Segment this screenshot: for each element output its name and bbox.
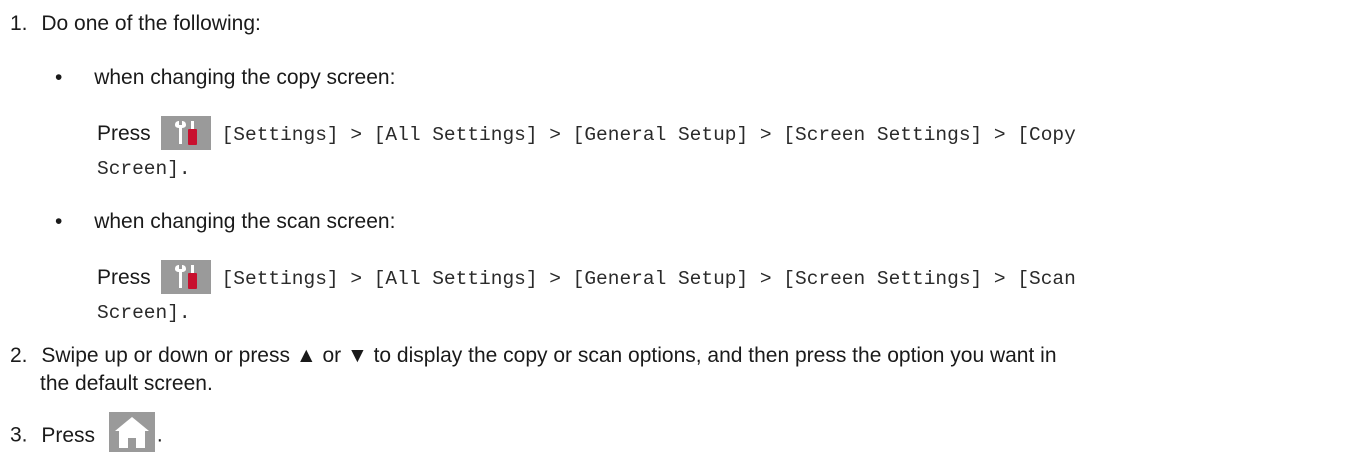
settings-icon [161,115,212,150]
menu-path: [Settings] > [All Settings] > [General S… [221,268,1076,290]
copy-path-line: Press [Settings] > [All Settings] > [Gen… [97,115,1076,150]
period: . [156,423,163,447]
home-icon [108,412,155,452]
bullet: • [55,210,63,233]
press-label: Press [41,423,96,447]
option-text: when changing the copy screen: [94,66,396,89]
option-text: when changing the scan screen: [94,210,396,233]
bullet: • [55,66,63,89]
scan-path-line: Press [Settings] > [All Settings] > [Gen… [97,259,1076,294]
press-label: Press [97,266,151,289]
option-scan-screen: • when changing the scan screen: [55,209,395,235]
step-number: 2. [10,344,28,367]
press-label: Press [97,122,151,145]
menu-path: [Settings] > [All Settings] > [General S… [221,124,1076,146]
scan-path-cont: Screen]. [97,302,191,324]
step-2: 2. Swipe up or down or press ▲ or ▼ to d… [10,343,1057,369]
option-copy-screen: • when changing the copy screen: [55,65,395,91]
step-text: Swipe up or down or press ▲ or ▼ to disp… [41,344,1057,367]
step-number: 3. [10,423,28,447]
step-3: 3. Press . [10,412,163,452]
settings-icon [161,259,212,294]
step-1: 1. Do one of the following: [10,11,261,37]
step-2-cont: the default screen. [40,372,213,395]
step-text: Do one of the following: [41,12,261,35]
step-number: 1. [10,12,28,35]
copy-path-cont: Screen]. [97,158,191,180]
